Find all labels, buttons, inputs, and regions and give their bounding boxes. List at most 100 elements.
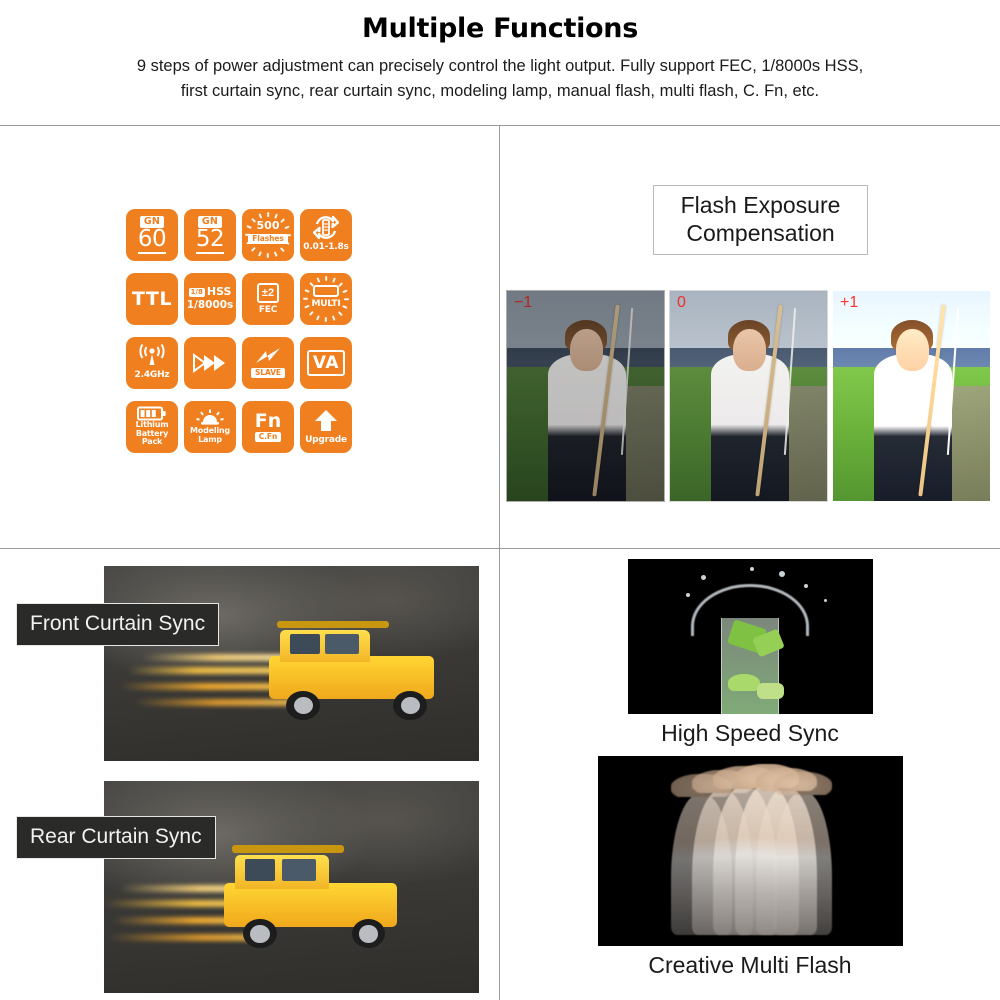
exposure-photo-zero: 0	[669, 290, 828, 502]
water-droplet	[779, 571, 786, 578]
water-droplet	[803, 583, 808, 588]
high-speed-sync-block: High Speed Sync	[500, 559, 1000, 748]
custom-function-icon: Fn C.Fn	[242, 401, 294, 453]
photo-model-body	[547, 354, 627, 501]
battery-label: Lithium Battery Pack	[126, 420, 178, 448]
slave-badge: SLAVE	[251, 367, 285, 379]
upgrade-label: Upgrade	[305, 434, 347, 445]
burst-rays	[300, 273, 352, 325]
recycle-time-label: 0.01-1.8s	[303, 242, 349, 252]
wireless-24ghz-icon: 2.4GHz	[126, 337, 178, 389]
burst-ray	[332, 315, 336, 321]
rear-curtain-sync-photo	[104, 781, 479, 993]
ttl-icon: TTL	[126, 273, 178, 325]
header-description-line-1: 9 steps of power adjustment can precisel…	[136, 56, 864, 75]
slave-mode-icon: SLAVE	[242, 337, 294, 389]
header-description-line-2: first curtain sync, rear curtain sync, m…	[180, 82, 820, 101]
battery-icon	[137, 406, 166, 421]
burst-ray	[304, 305, 310, 309]
hss-speed-label: 1/8000s	[186, 299, 234, 312]
lime-slice	[727, 673, 760, 691]
modeling-lamp-label: Modeling Lamp	[190, 426, 230, 445]
cfn-badge: C.Fn	[254, 431, 282, 443]
burst-ray	[325, 276, 327, 281]
burst-ray	[342, 305, 348, 309]
rear-curtain-sync-label: Rear Curtain Sync	[16, 816, 216, 859]
burst-ray	[258, 213, 262, 219]
va-label: VA	[306, 350, 346, 376]
burst-ray	[344, 298, 349, 300]
exposure-value-label: −1	[514, 294, 533, 311]
triple-chevron-icon	[193, 353, 225, 373]
photo-model-head	[732, 328, 766, 371]
lithium-battery-icon: Lithium Battery Pack	[126, 401, 178, 453]
motion-streak	[107, 933, 266, 941]
car-roof-rack	[276, 620, 389, 629]
hss-label: HSS	[206, 285, 232, 299]
exposure-value-label: +1	[840, 294, 859, 311]
burst-ray	[338, 311, 343, 316]
gn-value-label: 60	[137, 226, 167, 255]
water-droplet	[823, 599, 827, 603]
water-droplet	[701, 574, 706, 580]
page-title: Multiple Functions	[362, 13, 638, 44]
burst-ray	[338, 282, 343, 287]
up-arrow-icon	[315, 409, 337, 431]
fn-label: Fn	[254, 409, 282, 432]
motion-streak	[134, 698, 299, 706]
burst-ray	[284, 241, 290, 245]
firmware-upgrade-icon: Upgrade	[300, 401, 352, 453]
burst-ray	[332, 277, 336, 283]
photo-path	[623, 385, 664, 501]
hss-flash-badge: 1/8	[188, 288, 205, 298]
photo-model-head	[895, 328, 929, 371]
feature-quadrant-grid: GN 60 GN 52 500 Flashes 0.01-1.8s TTL 1/…	[0, 125, 1000, 1000]
burst-ray	[280, 247, 285, 252]
lime-slice	[757, 683, 785, 699]
fec-title-line-2: Compensation	[686, 220, 835, 246]
burst-ray	[246, 241, 252, 245]
front-curtain-sync-label: Front Curtain Sync	[16, 603, 220, 646]
fec-title-line-1: Flash Exposure	[680, 192, 841, 219]
va-icon: VA	[300, 337, 352, 389]
burst-rays	[242, 209, 294, 261]
fec-title-text: Flash Exposure Compensation	[681, 192, 841, 247]
burst-ray	[316, 277, 320, 283]
burst-ray	[303, 298, 308, 300]
header-description: 9 steps of power adjustment can precisel…	[50, 54, 950, 105]
modeling-lamp-icon: Modeling Lamp	[184, 401, 236, 453]
guide-number-60-icon: GN 60	[126, 209, 178, 261]
antenna-signal-icon	[139, 344, 165, 365]
water-droplet	[750, 566, 754, 571]
gn-value-label: 52	[195, 226, 225, 255]
creative-multi-flash-caption: Creative Multi Flash	[648, 952, 852, 978]
burst-ray	[286, 234, 291, 236]
dancer-head	[774, 772, 833, 795]
recycle-time-icon: 0.01-1.8s	[300, 209, 352, 261]
fec-symbol: ±2	[261, 287, 275, 299]
burst-ray	[309, 311, 314, 316]
features-icon-panel: GN 60 GN 52 500 Flashes 0.01-1.8s TTL 1/…	[0, 125, 500, 549]
high-speed-sync-photo	[627, 559, 873, 714]
exposure-photo-minus-one: −1	[506, 290, 665, 502]
fec-symbol-box: ±2	[257, 283, 279, 303]
page-header: Multiple Functions 9 steps of power adju…	[0, 0, 1000, 125]
ttl-label: TTL	[132, 288, 172, 310]
photo-model-body	[710, 354, 790, 501]
burst-ray	[258, 251, 262, 257]
hss-row: 1/8 HSS	[188, 285, 232, 299]
burst-ray	[246, 225, 252, 229]
exposure-photo-strip: −1 0 +1	[506, 290, 991, 502]
creative-multi-flash-block: Creative Multi Flash	[500, 756, 1000, 980]
car-hubcap	[400, 696, 421, 715]
demo-panel: High Speed Sync Creative Multi Flash	[500, 549, 1000, 1000]
car-window	[244, 859, 275, 881]
burst-ray	[316, 315, 320, 321]
burst-ray	[304, 289, 310, 293]
burst-ray	[274, 251, 278, 257]
car-window	[325, 634, 359, 654]
lamp-rays-icon	[196, 409, 224, 425]
car-hubcap	[250, 925, 270, 943]
wireless-frequency-label: 2.4GHz	[134, 370, 170, 380]
burst-ray	[284, 225, 290, 229]
